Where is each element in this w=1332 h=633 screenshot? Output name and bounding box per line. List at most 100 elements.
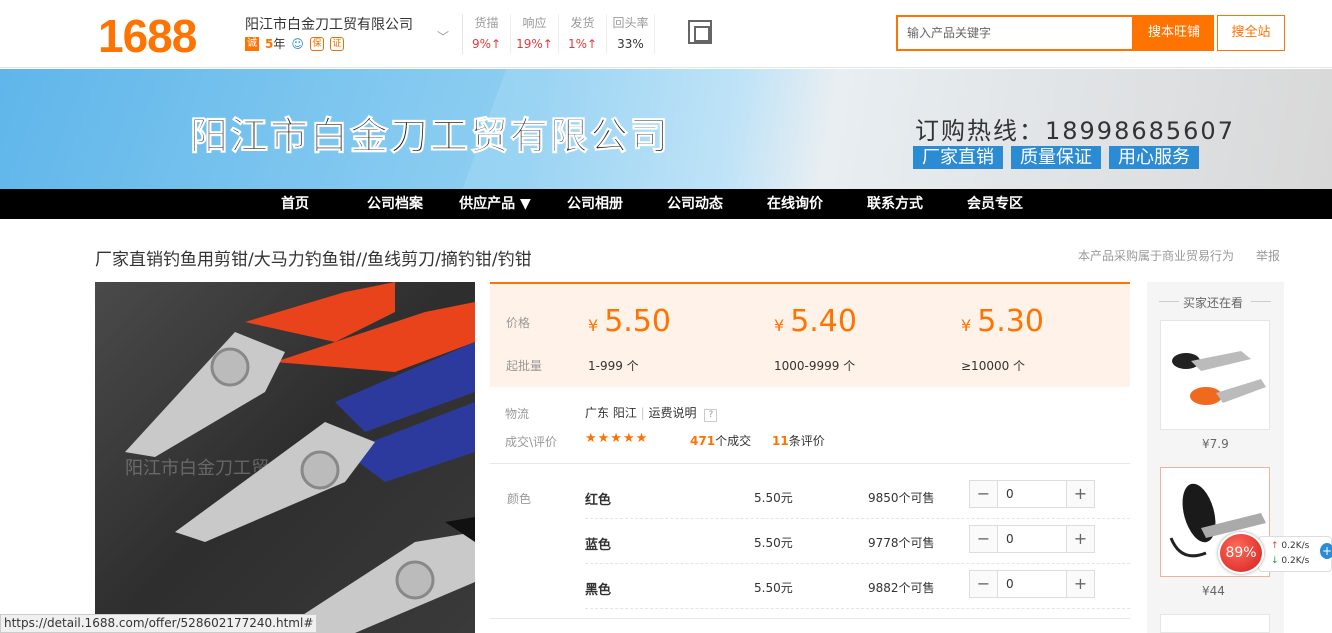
stat-label: 回头率 <box>612 16 649 30</box>
sidebar-title: 买家还在看 <box>1183 296 1244 310</box>
shop-banner: 阳江市白金刀工贸有限公司 订购热线：18998685607 厂家直销 质量保证 … <box>0 69 1332 189</box>
tier-price: ¥5.50 <box>588 304 671 339</box>
deals-label: 成交\评价 <box>505 435 558 449</box>
banner-title: 阳江市白金刀工贸有限公司 <box>189 114 671 159</box>
color-label: 颜色 <box>507 492 532 506</box>
price-box: 价格 起批量 ¥5.50 ¥5.40 ¥5.30 1-999 个 1000-99… <box>490 282 1130 387</box>
sku-price: 5.50元 <box>754 491 793 505</box>
tier-price: ¥5.40 <box>774 304 857 339</box>
banner-tag: 用心服务 <box>1109 146 1199 169</box>
shop-stat[interactable]: 货描 9%↑ <box>463 14 511 54</box>
nav-item-home[interactable]: 首页 <box>245 189 345 219</box>
rating-stars: ★★★★★ <box>585 431 649 446</box>
memory-usage-badge[interactable]: 89% <box>1218 532 1264 574</box>
shop-nav: 首页 公司档案 供应产品 ▼ 公司相册 公司动态 在线询价 联系方式 会员专区 <box>0 189 1332 219</box>
browser-status-bar: https://detail.1688.com/offer/5286021772… <box>0 614 318 633</box>
certificate-icon[interactable]: 证 <box>329 36 344 51</box>
stat-label: 货描 <box>474 16 499 30</box>
tier-range: 1-999 个 <box>588 359 639 373</box>
reviews-count[interactable]: 11条评价 <box>772 432 825 449</box>
stat-value: 1%↑ <box>567 37 598 51</box>
network-speed-widget[interactable]: ↑ 0.2K/s ↓ 0.2K/s 89% <box>1218 530 1332 574</box>
shop-stat[interactable]: 发货 1%↑ <box>559 14 607 54</box>
stat-value: 9%↑ <box>471 37 502 51</box>
banner-hotline: 订购热线：18998685607 <box>915 117 1235 145</box>
sku-stock: 9882个可售 <box>868 581 935 595</box>
company-badges: 诚 5年 ☺ 保 证 <box>245 35 344 52</box>
divider <box>490 618 1130 619</box>
trade-note: 本产品采购属于商业贸易行为 <box>1078 249 1235 263</box>
divider <box>1251 301 1271 302</box>
quantity-input[interactable]: 0 <box>1006 532 1014 546</box>
quantity-stepper[interactable]: −0 + <box>969 525 1095 553</box>
price-label: 价格 <box>506 316 531 330</box>
logistics-value: 广东 阳江 | 运费说明 ? <box>585 404 718 422</box>
wangwang-icon[interactable]: ☺ <box>291 37 304 51</box>
stat-value: 33% <box>617 37 644 51</box>
sku-stock: 9778个可售 <box>868 536 935 550</box>
quantity-stepper[interactable]: −0 + <box>969 480 1095 508</box>
sku-name: 黑色 <box>585 583 612 598</box>
nav-item-profile[interactable]: 公司档案 <box>345 189 445 219</box>
divider <box>1159 301 1179 302</box>
stat-value: 19%↑ <box>516 37 553 51</box>
increment-button[interactable]: + <box>1066 571 1094 597</box>
membership-years: 5年 <box>265 37 286 51</box>
nav-item-contact[interactable]: 联系方式 <box>845 189 945 219</box>
sku-row: 红色 5.50元 9850个可售 −0 + <box>585 474 1130 519</box>
chengxintong-icon[interactable]: 诚 <box>245 36 259 51</box>
divider <box>490 463 1130 464</box>
product-title: 厂家直销钓鱼用剪钳/大马力钓鱼钳//鱼线剪刀/摘钓钳/钓钳 <box>95 250 532 270</box>
tier-price: ¥5.30 <box>961 304 1044 339</box>
banner-tags: 厂家直销 质量保证 用心服务 <box>913 146 1199 169</box>
pliers-thumb <box>1172 351 1266 405</box>
product-image[interactable]: 阳江市白金刀工贸 <box>95 282 475 633</box>
decrement-button[interactable]: − <box>970 526 998 552</box>
plus-icon[interactable]: + <box>1320 543 1332 559</box>
tier-range: ≥10000 个 <box>961 359 1026 373</box>
report-link[interactable]: 举报 <box>1256 247 1280 264</box>
sku-row: 蓝色 5.50元 9778个可售 −0 + <box>585 519 1130 564</box>
sku-name: 蓝色 <box>585 538 612 553</box>
nav-item-products[interactable]: 供应产品 ▼ <box>445 189 545 219</box>
search-shop-button[interactable]: 搜本旺铺 <box>1134 15 1214 51</box>
company-name[interactable]: 阳江市白金刀工贸有限公司 <box>245 14 413 34</box>
sku-name: 红色 <box>585 493 612 508</box>
decrement-button[interactable]: − <box>970 571 998 597</box>
nav-item-album[interactable]: 公司相册 <box>545 189 645 219</box>
increment-button[interactable]: + <box>1066 526 1094 552</box>
quantity-input[interactable]: 0 <box>1006 487 1014 501</box>
chevron-down-icon[interactable]: ﹀ <box>437 28 449 45</box>
related-product-image[interactable] <box>1160 320 1270 430</box>
stat-label: 响应 <box>522 16 547 30</box>
search-all-button[interactable]: 搜全站 <box>1217 15 1285 51</box>
download-arrow-icon: ↓ <box>1271 556 1279 566</box>
nav-item-news[interactable]: 公司动态 <box>645 189 745 219</box>
site-logo[interactable]: 1688 <box>98 9 197 63</box>
search-input[interactable]: 输入产品关键字 <box>896 15 1134 51</box>
related-product-image[interactable] <box>1160 614 1270 633</box>
related-product-price: ¥7.9 <box>1202 437 1229 451</box>
logistics-label: 物流 <box>505 407 530 421</box>
quantity-input[interactable]: 0 <box>1006 577 1014 591</box>
tier-range: 1000-9999 个 <box>774 359 856 373</box>
qr-code-icon[interactable] <box>688 20 712 44</box>
top-bar: 1688 阳江市白金刀工贸有限公司 诚 5年 ☺ 保 证 ﹀ 货描 9%↑ 响应 19… <box>0 0 1332 68</box>
nav-item-inquiry[interactable]: 在线询价 <box>745 189 845 219</box>
sku-price: 5.50元 <box>754 581 793 595</box>
shipping-info-link[interactable]: 运费说明 <box>649 406 697 420</box>
sku-stock: 9850个可售 <box>868 491 935 505</box>
nav-item-member[interactable]: 会员专区 <box>945 189 1045 219</box>
sku-row: 黑色 5.50元 9882个可售 −0 + <box>585 564 1130 609</box>
banner-tag: 质量保证 <box>1011 146 1101 169</box>
related-product-price: ¥44 <box>1202 584 1225 598</box>
help-icon[interactable]: ? <box>704 409 718 422</box>
quantity-stepper[interactable]: −0 + <box>969 570 1095 598</box>
increment-button[interactable]: + <box>1066 481 1094 507</box>
shop-stat[interactable]: 响应 19%↑ <box>511 14 559 54</box>
stat-label: 发货 <box>570 16 595 30</box>
decrement-button[interactable]: − <box>970 481 998 507</box>
shop-stat[interactable]: 回头率 33% <box>607 14 655 54</box>
deals-count[interactable]: 471个成交 <box>690 432 751 449</box>
guarantee-icon[interactable]: 保 <box>309 36 324 51</box>
